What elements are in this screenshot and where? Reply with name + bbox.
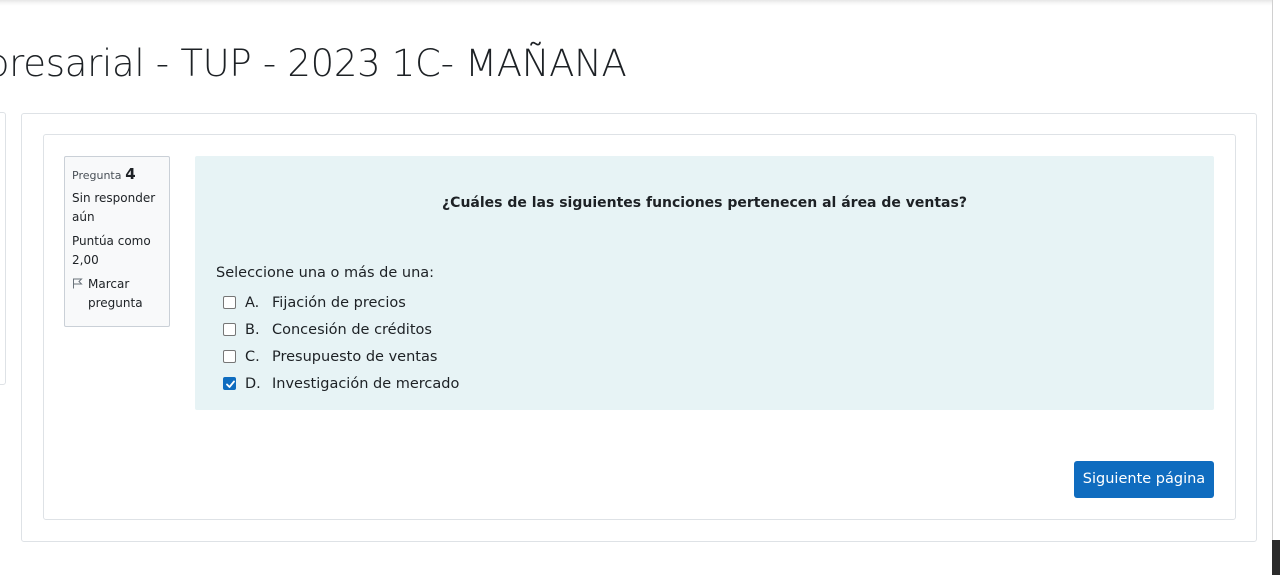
answer-letter: D. [245, 375, 261, 392]
flag-question-link[interactable]: Marcar pregunta [72, 275, 162, 313]
answer-letter: A. [245, 294, 260, 311]
answer-prompt: Seleccione una o más de una: [216, 265, 435, 281]
answer-checkbox-d[interactable] [223, 377, 236, 390]
answer-letter: C. [245, 348, 260, 365]
left-block-edge [0, 112, 6, 385]
question-grade: Puntúa como 2,00 [72, 234, 151, 267]
page-title: presarial - TUP - 2023 1C- MAÑANA [0, 42, 627, 85]
question-number-value: 4 [125, 165, 136, 183]
answer-option-a[interactable]: A. Fijación de precios [223, 289, 459, 316]
question-info: Pregunta 4 Sin responder aún Puntúa como… [64, 156, 170, 327]
question-state: Sin responder aún [72, 191, 156, 224]
answer-checkbox-c[interactable] [223, 350, 236, 363]
question-text: ¿Cuáles de las siguientes funciones pert… [442, 195, 967, 211]
answer-label[interactable]: Presupuesto de ventas [272, 349, 437, 365]
answer-label[interactable]: Fijación de precios [272, 295, 406, 311]
answer-checkbox-b[interactable] [223, 323, 236, 336]
right-side-panel-dark-edge [1272, 540, 1280, 575]
right-side-panel-edge [1272, 0, 1280, 575]
checkmark-icon [226, 380, 235, 388]
top-edge-shadow [0, 0, 1272, 6]
answer-label[interactable]: Investigación de mercado [272, 376, 459, 392]
question-number: Pregunta 4 [72, 165, 162, 185]
question-formulation: ¿Cuáles de las siguientes funciones pert… [195, 156, 1214, 410]
answer-option-d[interactable]: D. Investigación de mercado [223, 370, 459, 397]
question-number-label: Pregunta [72, 169, 122, 182]
answer-list: A. Fijación de precios B. Concesión de c… [223, 289, 459, 397]
answer-checkbox-a[interactable] [223, 296, 236, 309]
answer-letter: B. [245, 321, 260, 338]
answer-option-c[interactable]: C. Presupuesto de ventas [223, 343, 459, 370]
flag-question-label: Marcar pregunta [88, 277, 143, 310]
flag-icon [72, 275, 83, 289]
answer-option-b[interactable]: B. Concesión de créditos [223, 316, 459, 343]
next-page-button[interactable]: Siguiente página [1074, 461, 1214, 498]
answer-label[interactable]: Concesión de créditos [272, 322, 432, 338]
